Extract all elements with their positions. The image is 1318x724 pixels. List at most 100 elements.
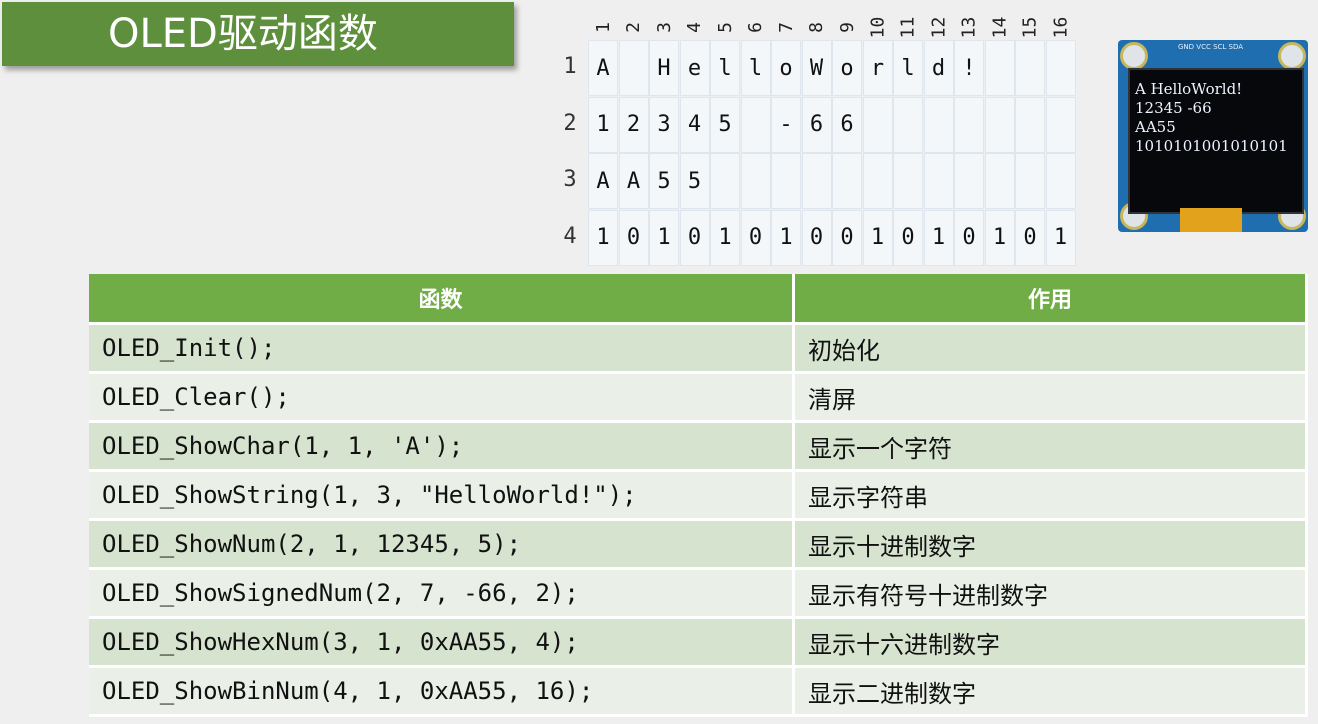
grid-column-number: 13	[954, 2, 984, 39]
function-cell: OLED_ShowNum(2, 1, 12345, 5);	[89, 521, 795, 570]
grid-column-label: 15	[1019, 16, 1041, 39]
grid-column-label: 11	[897, 16, 919, 39]
grid-column-label: 13	[958, 16, 980, 39]
grid-cell: 0	[1015, 209, 1045, 266]
grid-cell	[984, 96, 1015, 153]
grid-cell: o	[832, 40, 862, 96]
grid-cell	[1045, 96, 1076, 153]
purpose-cell: 显示有符号十进制数字	[795, 570, 1308, 619]
grid-cell: r	[862, 40, 893, 96]
grid-cell	[954, 153, 984, 209]
function-cell: OLED_ShowSignedNum(2, 7, -66, 2);	[89, 570, 795, 619]
grid-column-label: 10	[867, 16, 888, 39]
grid-column-number: 16	[1046, 2, 1076, 39]
grid-cell	[862, 96, 893, 153]
grid-cell: 1	[923, 209, 954, 266]
purpose-cell: 显示二进制数字	[795, 668, 1308, 717]
grid-cell: l	[710, 40, 740, 96]
grid-column-label: 2	[623, 22, 644, 33]
grid-cell: 6	[832, 96, 862, 153]
grid-cell: 1	[771, 209, 801, 266]
oled-line: 12345 -66	[1135, 99, 1212, 117]
function-cell: OLED_Init();	[89, 325, 795, 374]
grid-cell: 0	[832, 209, 862, 266]
grid-column-number: 5	[710, 2, 740, 38]
grid-cell: 6	[801, 96, 832, 153]
grid-cell: A	[588, 40, 618, 96]
grid-cell	[710, 153, 740, 209]
purpose-cell: 显示十六进制数字	[795, 619, 1308, 668]
header-purpose: 作用	[795, 274, 1308, 325]
grid-column-label: 7	[775, 22, 797, 33]
purpose-cell: 显示一个字符	[795, 423, 1308, 472]
function-cell: OLED_ShowBinNum(4, 1, 0xAA55, 16);	[89, 668, 795, 717]
grid-row-number: 1	[563, 54, 577, 79]
oled-module-photo: GND VCC SCL SDA A HelloWorld! 12345 -66 …	[1118, 40, 1308, 232]
grid-cell: H	[649, 40, 679, 96]
table-row: OLED_ShowChar(1, 1, 'A'); 显示一个字符	[89, 423, 1308, 472]
purpose-cell: 清屏	[795, 374, 1308, 423]
grid-column-number: 7	[771, 2, 801, 38]
grid-cell: 1	[588, 96, 618, 153]
grid-cell	[923, 96, 954, 153]
function-table: 函数 作用 OLED_Init(); 初始化 OLED_Clear(); 清屏 …	[89, 274, 1308, 717]
pin-labels: GND VCC SCL SDA	[1178, 43, 1244, 51]
grid-column-number: 8	[802, 2, 832, 38]
grid-cell	[954, 96, 984, 153]
grid-cell	[618, 40, 649, 96]
grid-cell: l	[740, 40, 771, 96]
function-cell: OLED_Clear();	[89, 374, 795, 423]
grid-column-number: 2	[619, 2, 649, 38]
grid-cell: e	[679, 40, 710, 96]
grid-cell	[893, 96, 923, 153]
grid-column-label: 3	[653, 22, 675, 33]
oled-screen: A HelloWorld! 12345 -66 AA55 10101010010…	[1128, 68, 1304, 214]
grid-column-label: 1	[592, 22, 614, 33]
table-row: OLED_ShowHexNum(3, 1, 0xAA55, 4); 显示十六进制…	[89, 619, 1308, 668]
grid-column-label: 12	[928, 16, 949, 39]
mount-hole-icon	[1278, 42, 1306, 70]
oled-line: 1010101001010101	[1135, 137, 1288, 155]
header-function: 函数	[89, 274, 795, 325]
grid-cell	[893, 153, 923, 209]
grid-cell: !	[954, 40, 984, 96]
grid-cell	[771, 153, 801, 209]
grid-cell	[1045, 153, 1076, 209]
function-cell: OLED_ShowHexNum(3, 1, 0xAA55, 4);	[89, 619, 795, 668]
grid-cell	[984, 40, 1015, 96]
grid-cell: 3	[649, 96, 679, 153]
grid-cell	[740, 153, 771, 209]
grid-cell	[1045, 40, 1076, 96]
grid-cell: 5	[649, 153, 679, 209]
grid-cell: 1	[588, 209, 618, 266]
grid-column-number: 6	[741, 2, 771, 38]
table-row: OLED_ShowBinNum(4, 1, 0xAA55, 16); 显示二进制…	[89, 668, 1308, 717]
grid-cell: 5	[710, 96, 740, 153]
purpose-cell: 显示十进制数字	[795, 521, 1308, 570]
grid-column-label: 9	[836, 22, 858, 33]
grid-cell: A	[618, 153, 649, 209]
grid-column-label: 6	[745, 22, 766, 33]
function-cell: OLED_ShowString(1, 3, "HelloWorld!");	[89, 472, 795, 521]
grid-cell: 1	[1045, 209, 1076, 266]
grid-cell	[1015, 96, 1045, 153]
grid-cell: 0	[679, 209, 710, 266]
grid-cell: 0	[801, 209, 832, 266]
grid-cell	[740, 96, 771, 153]
grid-column-number: 10	[863, 2, 893, 39]
grid-column-label: 8	[806, 22, 827, 33]
grid-cell: 0	[893, 209, 923, 266]
grid-cell	[1015, 40, 1045, 96]
character-grid: 1 2 3 4 5 6 7 8 9 10 11 12 13 14 15 16 1 A He l l o Wo r l d! 2 1 2 3…	[558, 0, 1078, 268]
grid-cell	[862, 153, 893, 209]
function-cell: OLED_ShowChar(1, 1, 'A');	[89, 423, 795, 472]
grid-cell: l	[893, 40, 923, 96]
grid-column-label: 5	[714, 22, 736, 33]
grid-cell: 0	[954, 209, 984, 266]
grid-column-number: 4	[680, 2, 710, 38]
table-row: OLED_ShowString(1, 3, "HelloWorld!"); 显示…	[89, 472, 1308, 521]
title-banner: OLED驱动函数	[2, 2, 514, 66]
grid-cell: 0	[740, 209, 771, 266]
mount-hole-icon	[1120, 42, 1148, 70]
grid-cell: 1	[984, 209, 1015, 266]
